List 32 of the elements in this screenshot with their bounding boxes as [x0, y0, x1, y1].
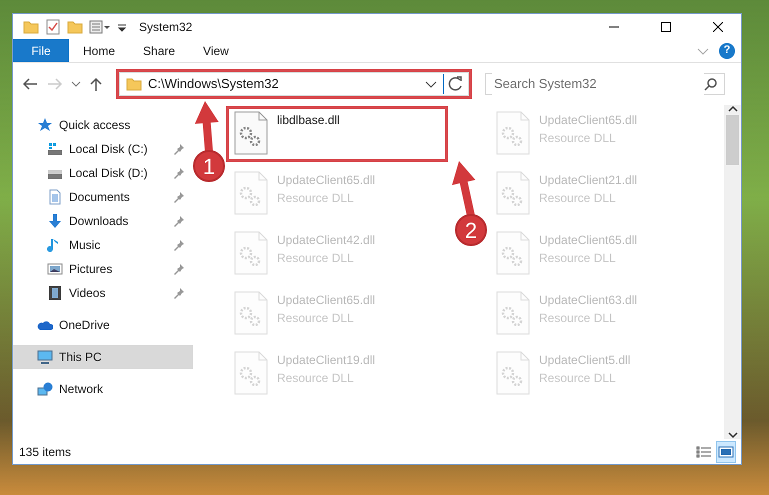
file-name: UpdateClient65.dll — [539, 232, 638, 249]
item-count: 135 items — [19, 444, 72, 460]
ribbon-tab[interactable]: View — [189, 39, 243, 62]
sidebar-item[interactable]: Local Disk (D:) — [13, 161, 193, 185]
ribbon-tab[interactable]: Share — [129, 39, 190, 62]
file-name: UpdateClient42.dll — [277, 232, 376, 249]
file-name: UpdateClient65.dll — [539, 112, 638, 129]
address-bar[interactable]: C:\Windows\System32 — [119, 72, 469, 96]
address-path: C:\Windows\System32 — [148, 75, 280, 94]
sidebar-item[interactable]: Music — [13, 233, 193, 257]
file-menu-button[interactable]: File — [13, 39, 69, 62]
file-name: UpdateClient65.dll — [277, 172, 376, 189]
file-name: libdlbase.dll — [277, 112, 340, 129]
window-title: System32 — [139, 18, 192, 36]
sidebar-item[interactable]: Network — [13, 377, 193, 401]
file-name: UpdateClient65.dll — [277, 292, 376, 309]
help-button[interactable]: ? — [719, 42, 735, 58]
search-field[interactable]: Search System32 — [485, 73, 725, 95]
sidebar-item[interactable]: Local Disk (C:) — [13, 137, 193, 161]
sidebar-item[interactable]: This PC — [13, 345, 193, 369]
file-item[interactable]: libdlbase.dll — [229, 109, 445, 159]
sidebar-item[interactable]: Downloads — [13, 209, 193, 233]
sidebar-item[interactable]: Documents — [13, 185, 193, 209]
file-name: UpdateClient21.dll — [539, 172, 638, 189]
sidebar-item[interactable]: Pictures — [13, 257, 193, 281]
sidebar-item[interactable]: OneDrive — [13, 313, 193, 337]
sidebar-item[interactable]: Quick access — [13, 113, 193, 137]
sidebar-item[interactable]: Videos — [13, 281, 193, 305]
file-name: UpdateClient19.dll — [277, 352, 376, 369]
file-name: UpdateClient63.dll — [539, 292, 638, 309]
ribbon-tab[interactable]: Home — [69, 39, 130, 62]
file-name: UpdateClient5.dll — [539, 352, 630, 369]
